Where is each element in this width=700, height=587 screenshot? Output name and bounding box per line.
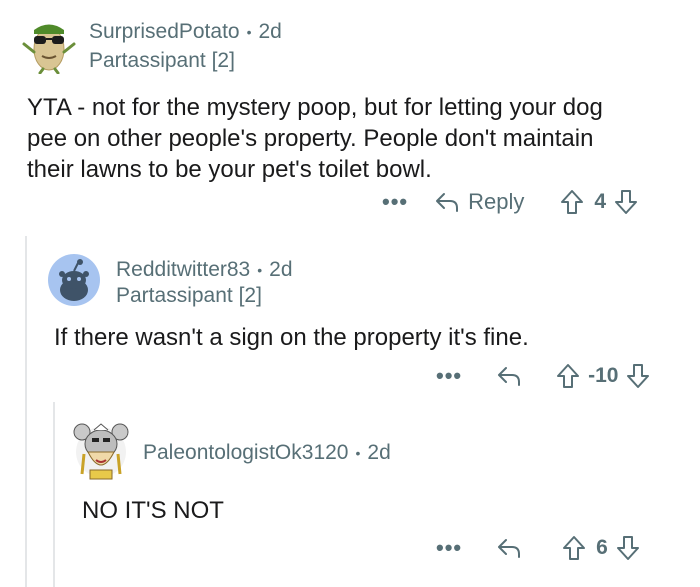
separator-dot: • xyxy=(355,445,361,461)
reply-arrow-icon xyxy=(498,539,521,558)
comment-actions: ••• Reply 4 xyxy=(382,189,638,215)
upvote-arrow-icon[interactable] xyxy=(560,189,584,215)
downvote-arrow-icon[interactable] xyxy=(616,535,640,561)
downvote-arrow-icon[interactable] xyxy=(626,363,650,389)
vote-score: 4 xyxy=(594,190,607,213)
username[interactable]: PaleontologistOk3120 xyxy=(143,441,348,465)
comment: SurprisedPotato • 2d Partassipant [2] YT… xyxy=(0,0,700,236)
avatar[interactable] xyxy=(48,254,100,306)
vote-score: 6 xyxy=(596,536,608,559)
user-flair: Partassipant [2] xyxy=(116,284,262,307)
comment-actions: ••• 6 xyxy=(436,535,640,561)
comment-line: NO IT'S NOT xyxy=(82,497,224,524)
timestamp: 2d xyxy=(258,20,282,43)
reply-button[interactable] xyxy=(496,537,522,559)
separator-dot: • xyxy=(257,262,263,278)
comment-header: PaleontologistOk3120 • 2d xyxy=(143,441,391,465)
reply-button[interactable] xyxy=(496,365,522,387)
comment-line: their lawns to be your pet's toilet bowl… xyxy=(27,156,432,183)
avatar[interactable] xyxy=(20,16,78,74)
reply-label: Reply xyxy=(468,189,525,214)
timestamp: 2d xyxy=(367,441,391,464)
upvote-arrow-icon[interactable] xyxy=(562,535,586,561)
comment: Redditwitter83 • 2d Partassipant [2] If … xyxy=(0,236,700,402)
cartoon-character-icon xyxy=(73,423,129,480)
reply-arrow-icon xyxy=(498,367,521,386)
comment-body: NO IT'S NOT xyxy=(82,495,224,526)
more-options-button[interactable]: ••• xyxy=(436,363,462,389)
comment-header: Redditwitter83 • 2d xyxy=(116,258,293,282)
comment-actions: ••• -10 xyxy=(436,363,650,389)
user-flair: Partassipant [2] xyxy=(89,49,235,72)
username[interactable]: Redditwitter83 xyxy=(116,258,250,282)
comment: PaleontologistOk3120 • 2d NO IT'S NOT ••… xyxy=(0,402,700,587)
avatar[interactable] xyxy=(72,418,130,482)
comment-line: If there wasn't a sign on the property i… xyxy=(54,324,529,351)
comment-body: YTA - not for the mystery poop, but for … xyxy=(27,92,603,185)
comment-header: SurprisedPotato • 2d xyxy=(89,20,282,44)
username[interactable]: SurprisedPotato xyxy=(89,20,240,44)
downvote-arrow-icon[interactable] xyxy=(614,189,638,215)
separator-dot: • xyxy=(246,24,252,40)
reply-button[interactable]: Reply xyxy=(434,189,524,215)
comment-line: pee on other people's property. People d… xyxy=(27,125,594,152)
reply-arrow-icon xyxy=(434,191,460,213)
comment-body: If there wasn't a sign on the property i… xyxy=(54,322,529,353)
vote-score: -10 xyxy=(588,364,619,387)
timestamp: 2d xyxy=(269,258,293,281)
upvote-arrow-icon[interactable] xyxy=(556,363,580,389)
comment-line: YTA - not for the mystery poop, but for … xyxy=(27,94,603,121)
potato-sunglasses-icon xyxy=(22,24,76,74)
more-options-button[interactable]: ••• xyxy=(436,535,462,561)
snoo-icon xyxy=(48,254,100,306)
more-options-button[interactable]: ••• xyxy=(382,189,408,215)
